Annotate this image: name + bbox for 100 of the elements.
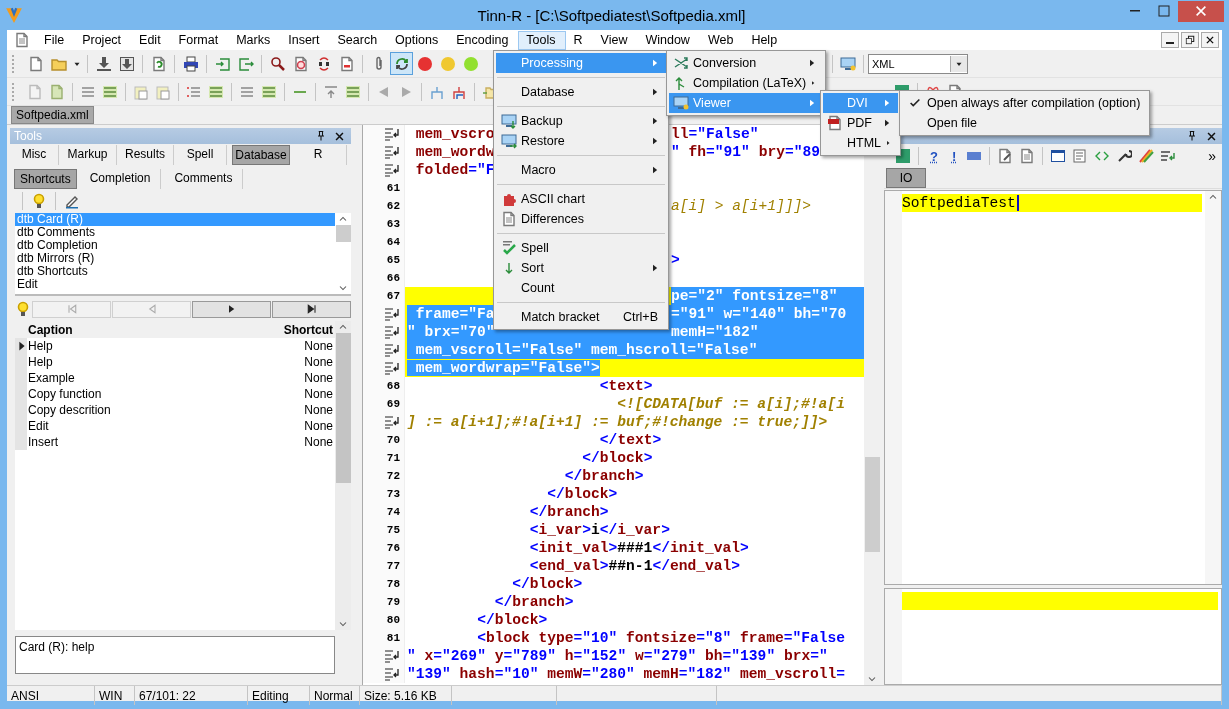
menu-item[interactable]: Database [496,82,666,102]
list-item[interactable]: dtb Comments [15,226,335,239]
up-line-icon[interactable] [323,83,339,100]
tab[interactable]: Database [232,145,290,165]
highlighted-lines-icon[interactable] [102,83,118,100]
tab[interactable]: Shortcuts [14,169,77,189]
pin-icon[interactable] [1186,130,1198,142]
monitor-icon[interactable] [840,55,856,72]
highlighted-lines-icon[interactable] [208,83,224,100]
close-icon[interactable] [1206,130,1217,142]
menu-item[interactable]: Help [743,30,788,50]
last-button[interactable] [272,300,351,318]
menu-item[interactable]: View [592,30,638,50]
row-indicator[interactable] [15,338,27,354]
scrollbar[interactable] [335,321,351,630]
menu-item[interactable]: Options [387,30,449,50]
menu-item[interactable]: Tools [518,30,566,50]
document-restore-button[interactable] [1181,32,1199,48]
menu-item[interactable]: Restore [496,131,666,151]
clipboard-icon[interactable] [133,83,149,100]
menu-item[interactable]: PDF [823,113,898,133]
tab[interactable]: Comments [164,169,244,189]
tab[interactable]: R [290,145,347,165]
menu-item[interactable]: Backup [496,111,666,131]
menu-item[interactable]: Web [699,30,744,50]
menu-item[interactable]: Sort [496,258,666,278]
menu-item[interactable]: Format [170,30,229,50]
tab[interactable]: Completion [79,169,162,189]
menu-item[interactable]: ASCII chart [496,189,666,209]
wrench-icon[interactable] [1116,148,1133,164]
menu-item[interactable]: Macro [496,160,666,180]
document-close-button[interactable] [1201,32,1219,48]
menu-item[interactable]: Insert [280,30,330,50]
bulb-icon[interactable] [15,301,31,317]
clipboard-icon[interactable] [155,83,171,100]
console-pane[interactable]: SoftpediaTest [884,190,1222,585]
menu-item[interactable]: Conversion [669,53,823,73]
overflow-button[interactable]: » [1208,148,1216,164]
list-item[interactable]: dtb Mirrors (R) [15,252,335,265]
window-icon[interactable] [1050,148,1067,164]
wrap-icon [384,360,400,376]
line-number: 72 [386,470,400,482]
scrollbar[interactable] [335,213,351,294]
scroll-thumb[interactable] [335,333,351,483]
menu-item[interactable]: Spell [496,238,666,258]
close-icon[interactable] [334,130,345,142]
menu-item[interactable]: Match bracket Ctrl+B [496,307,666,327]
menu-item[interactable]: Marks [228,30,281,50]
menu-item[interactable]: Compilation (LaTeX) [669,73,823,93]
list-item[interactable]: dtb Shortcuts [15,265,335,278]
scroll-thumb[interactable] [335,225,351,242]
output-pane[interactable] [884,588,1222,685]
wrap-icon [384,666,400,682]
list-arrow-icon[interactable] [1160,148,1177,164]
scrollbar[interactable] [1205,191,1221,584]
list-item[interactable]: dtb Completion [15,239,335,252]
pin-icon[interactable] [315,130,327,142]
menu-item[interactable]: Open always after compilation (option) [902,93,1147,113]
blank-document-icon[interactable] [27,83,43,100]
sync-button[interactable] [390,52,413,75]
menu-item[interactable]: Open file [902,113,1147,133]
exclamation-button[interactable]: ! [951,148,957,164]
filled-document-icon[interactable] [49,83,65,100]
menu-item[interactable]: Project [74,30,132,50]
list-item[interactable]: Edit [15,278,335,291]
close-button[interactable] [1178,0,1224,22]
menu-item[interactable]: Differences [496,209,666,229]
notepad-icon[interactable] [1072,148,1089,164]
tab[interactable]: Results [117,145,174,165]
memo-field[interactable]: Card (R): help [15,636,335,674]
help-button[interactable]: ? [930,148,938,164]
menu-item[interactable]: Count [496,278,666,298]
wrap-icon [384,342,400,358]
menu-item[interactable]: R [565,30,593,50]
scroll-thumb[interactable] [864,457,880,552]
table-cell-text: None [304,403,334,417]
next-button[interactable] [192,300,271,318]
document-minimize-button[interactable] [1161,32,1179,48]
code-line: ll="False" [671,125,759,143]
bulb-icon[interactable] [31,193,47,209]
highlighted-lines-icon[interactable] [345,83,361,100]
highlighted-lines-icon[interactable] [261,83,277,100]
menu-item[interactable]: File [36,30,75,50]
tab[interactable]: Spell [174,145,227,165]
menu-item[interactable]: Window [637,30,700,50]
document-tab[interactable]: Softpedia.xml [11,106,94,124]
menu-item[interactable]: HTML [823,133,898,153]
tab[interactable]: IO [886,168,926,188]
wrap-icon [384,162,400,178]
pen-document-icon[interactable] [997,148,1014,164]
tab[interactable]: Markup [59,145,117,165]
document-icon[interactable] [1019,148,1036,164]
menu-item[interactable]: Encoding [448,30,519,50]
menu-item[interactable]: Edit [131,30,171,50]
document-icon[interactable] [14,32,30,48]
rainbow-icon[interactable] [1138,148,1155,164]
language-combo[interactable]: XML [868,53,968,74]
menu-item[interactable]: Search [329,30,388,50]
tab[interactable]: Misc [10,145,59,165]
spell-check-icon [500,240,517,256]
